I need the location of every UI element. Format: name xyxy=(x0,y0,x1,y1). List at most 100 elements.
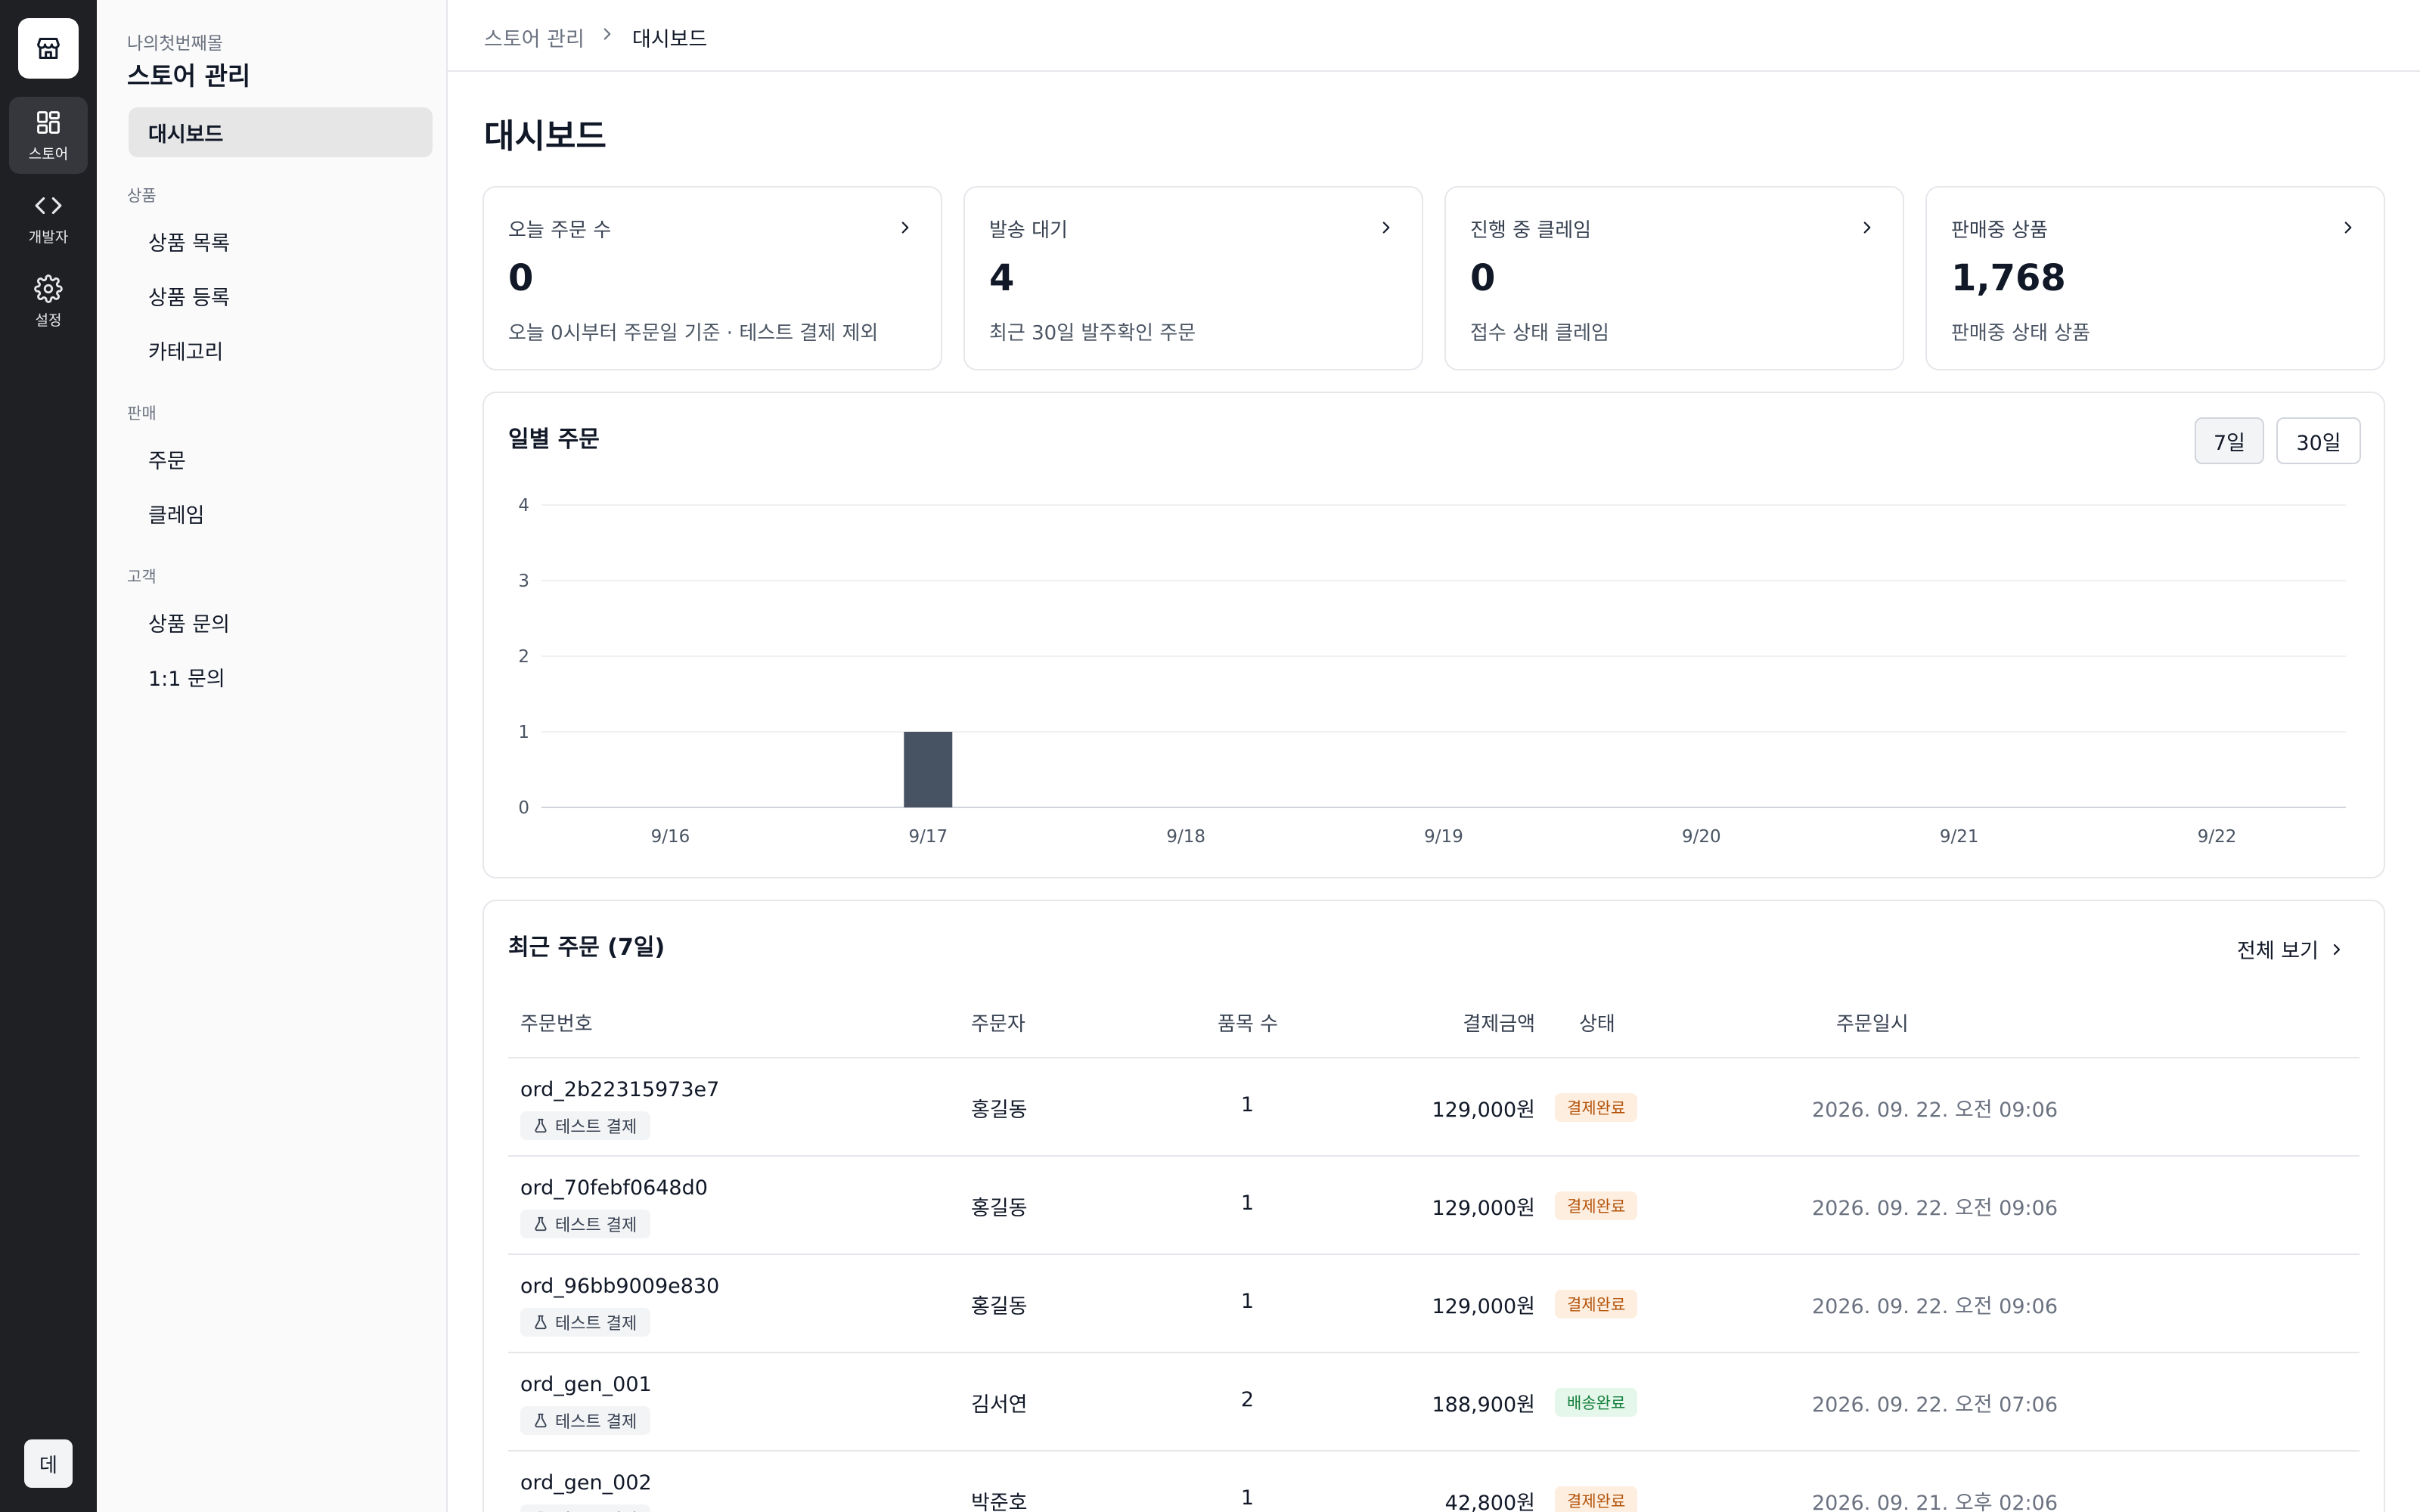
item-count: 1 xyxy=(1240,1093,1254,1117)
column-header-status[interactable]: 상태 xyxy=(1579,1009,1615,1036)
x-tick-label: 9/21 xyxy=(1940,827,1979,847)
sidebar-item-one-on-one[interactable]: 1:1 문의 xyxy=(129,652,433,702)
user-avatar[interactable]: 데 xyxy=(24,1439,73,1488)
range-30-days-button[interactable]: 30일 xyxy=(2276,417,2361,464)
column-header-qty[interactable]: 품목 수 xyxy=(1218,1009,1278,1036)
payment-amount: 129,000원 xyxy=(1432,1197,1536,1220)
store-subtitle: 나의첫번째몰 xyxy=(127,34,223,54)
column-header-amount[interactable]: 결제금액 xyxy=(1463,1009,1535,1036)
column-header-date[interactable]: 주문일시 xyxy=(1836,1009,1909,1036)
order-id: ord_96bb9009e830 xyxy=(520,1275,720,1298)
stat-desc: 오늘 0시부터 주문일 기준 · 테스트 결제 제외 xyxy=(508,322,879,345)
order-date: 2026. 09. 22. 오전 09:06 xyxy=(1812,1098,2058,1122)
store-logo[interactable] xyxy=(18,18,79,79)
y-tick-label: 1 xyxy=(518,723,529,742)
stat-value: 0 xyxy=(508,257,534,299)
stat-label: 진행 중 클레임 xyxy=(1470,219,1592,242)
payment-amount: 129,000원 xyxy=(1432,1098,1536,1122)
buyer-name: 홍길동 xyxy=(971,1197,1028,1220)
code-icon xyxy=(35,197,62,214)
status-badge: 결제완료 xyxy=(1555,1290,1638,1318)
sidebar-item-category[interactable]: 카테고리 xyxy=(129,325,433,375)
test-payment-badge: 테스트 결제 xyxy=(520,1504,651,1512)
test-payment-label: 테스트 결제 xyxy=(555,1413,638,1432)
column-header-buyer[interactable]: 주문자 xyxy=(971,1009,1025,1036)
status-badge: 배송완료 xyxy=(1555,1388,1638,1417)
y-tick-label: 3 xyxy=(518,572,529,591)
nav-section-products: 상품 xyxy=(127,187,157,205)
table-title: 최근 주문 (7일) xyxy=(508,934,666,961)
rail-item-store[interactable]: 스토어 xyxy=(9,97,88,174)
buyer-name: 김서연 xyxy=(971,1393,1028,1417)
table-row[interactable]: ord_70febf0648d0 테스트 결제 홍길동 1 129,000원 결제완료 20… xyxy=(508,1157,2360,1255)
stat-value: 4 xyxy=(989,257,1015,299)
table-row[interactable]: ord_gen_001 테스트 결제 김서연 2 188,900원 배송완료 2026. 0… xyxy=(508,1353,2360,1452)
sidebar-item-product-inquiry[interactable]: 상품 문의 xyxy=(129,597,433,647)
order-id: ord_gen_002 xyxy=(520,1471,652,1495)
x-tick-label: 9/22 xyxy=(2198,827,2237,847)
flask-icon xyxy=(535,1413,547,1428)
status-badge: 결제완료 xyxy=(1555,1093,1638,1122)
table-row[interactable]: ord_96bb9009e830 테스트 결제 홍길동 1 129,000원 결제완료 20… xyxy=(508,1255,2360,1353)
daily-orders-chart: 0 1 2 3 4 9/16 9/17 9/18 9/19 9/20 9/21 9/22 xyxy=(518,496,2346,847)
stat-desc: 최근 30일 발주확인 주문 xyxy=(989,322,1196,345)
sidebar-item-orders[interactable]: 주문 xyxy=(129,434,433,484)
store-name: 스토어 관리 xyxy=(127,61,251,91)
sidebar: 나의첫번째몰 스토어 관리 대시보드 상품 상품 목록 상품 등록 카테고리 판… xyxy=(97,0,448,1512)
test-payment-label: 테스트 결제 xyxy=(555,1216,638,1235)
stat-value: 1,768 xyxy=(1951,257,2066,299)
sidebar-item-dashboard[interactable]: 대시보드 xyxy=(129,107,433,157)
test-payment-label: 테스트 결제 xyxy=(555,1118,638,1137)
order-id: ord_70febf0648d0 xyxy=(520,1176,708,1200)
rail-item-developer[interactable]: 개발자 xyxy=(9,180,88,257)
buyer-name: 홍길동 xyxy=(971,1295,1028,1318)
status-badge: 결제완료 xyxy=(1555,1486,1638,1512)
item-count: 1 xyxy=(1240,1191,1254,1215)
chevron-right-icon xyxy=(1863,222,1871,234)
table-row[interactable]: ord_2b22315973e7 테스트 결제 홍길동 1 129,000원 결제완료 20… xyxy=(508,1058,2360,1157)
item-count: 1 xyxy=(1240,1486,1254,1510)
test-payment-label: 테스트 결제 xyxy=(555,1315,638,1334)
order-id: ord_gen_001 xyxy=(520,1373,652,1396)
stat-value: 0 xyxy=(1470,257,1496,299)
stat-card-pending-shipment[interactable]: 발송 대기 4 최근 30일 발주확인 주문 xyxy=(963,186,1423,370)
column-header-order-id[interactable]: 주문번호 xyxy=(520,1009,593,1036)
view-all-label: 전체 보기 xyxy=(2237,940,2319,963)
storefront-icon xyxy=(37,38,60,59)
order-date: 2026. 09. 21. 오후 02:06 xyxy=(1812,1492,2058,1512)
item-count: 1 xyxy=(1240,1290,1254,1313)
view-all-link[interactable]: 전체 보기 xyxy=(2237,934,2346,964)
range-7-days-button[interactable]: 7일 xyxy=(2195,417,2264,464)
stat-card-active-claims[interactable]: 진행 중 클레임 0 접수 상태 클레임 xyxy=(1444,186,1904,370)
breadcrumb-store[interactable]: 스토어 관리 xyxy=(484,23,585,52)
rail-item-settings[interactable]: 설정 xyxy=(9,263,88,340)
sidebar-item-product-register[interactable]: 상품 등록 xyxy=(129,271,433,321)
x-tick-label: 9/17 xyxy=(908,827,948,847)
stat-desc: 접수 상태 클레임 xyxy=(1470,322,1609,345)
order-date: 2026. 09. 22. 오전 09:06 xyxy=(1812,1295,2058,1318)
sidebar-item-product-list[interactable]: 상품 목록 xyxy=(129,216,433,266)
chevron-right-icon xyxy=(2344,222,2352,234)
test-payment-badge: 테스트 결제 xyxy=(520,1406,651,1435)
daily-orders-card: 0 1 2 3 4 9/16 9/17 9/18 9/19 9/20 9/21 9/22 일별 주문 … xyxy=(482,392,2385,878)
stat-card-today-orders[interactable]: 오늘 주문 수 0 오늘 0시부터 주문일 기준 · 테스트 결제 제외 xyxy=(482,186,942,370)
chevron-right-icon xyxy=(2333,943,2341,955)
sidebar-item-claims[interactable]: 클레임 xyxy=(129,488,433,538)
y-tick-label: 2 xyxy=(518,647,529,667)
rail-item-label: 스토어 xyxy=(28,145,69,163)
stat-card-products-on-sale[interactable]: 판매중 상품 1,768 판매중 상태 상품 xyxy=(1925,186,2385,370)
test-payment-label: 테스트 결제 xyxy=(555,1507,637,1512)
y-tick-label: 0 xyxy=(518,798,529,818)
chevron-right-icon xyxy=(603,28,611,40)
test-payment-badge: 테스트 결제 xyxy=(520,1210,651,1238)
bar[interactable] xyxy=(904,732,953,807)
payment-amount: 129,000원 xyxy=(1432,1295,1536,1318)
buyer-name: 박준호 xyxy=(971,1492,1028,1512)
flask-icon xyxy=(535,1216,547,1232)
status-badge: 결제완료 xyxy=(1555,1191,1638,1220)
item-count: 2 xyxy=(1240,1388,1254,1411)
table-row[interactable]: ord_gen_002 테스트 결제 박준호 1 42,800원 결제완료 2026. 09… xyxy=(508,1452,2360,1512)
test-payment-badge: 테스트 결제 xyxy=(520,1111,651,1140)
recent-orders-card: 최근 주문 (7일) 전체 보기 주문번호 주문자 품목 수 결제금액 상태 주… xyxy=(482,900,2385,1512)
chevron-right-icon xyxy=(1382,222,1390,234)
